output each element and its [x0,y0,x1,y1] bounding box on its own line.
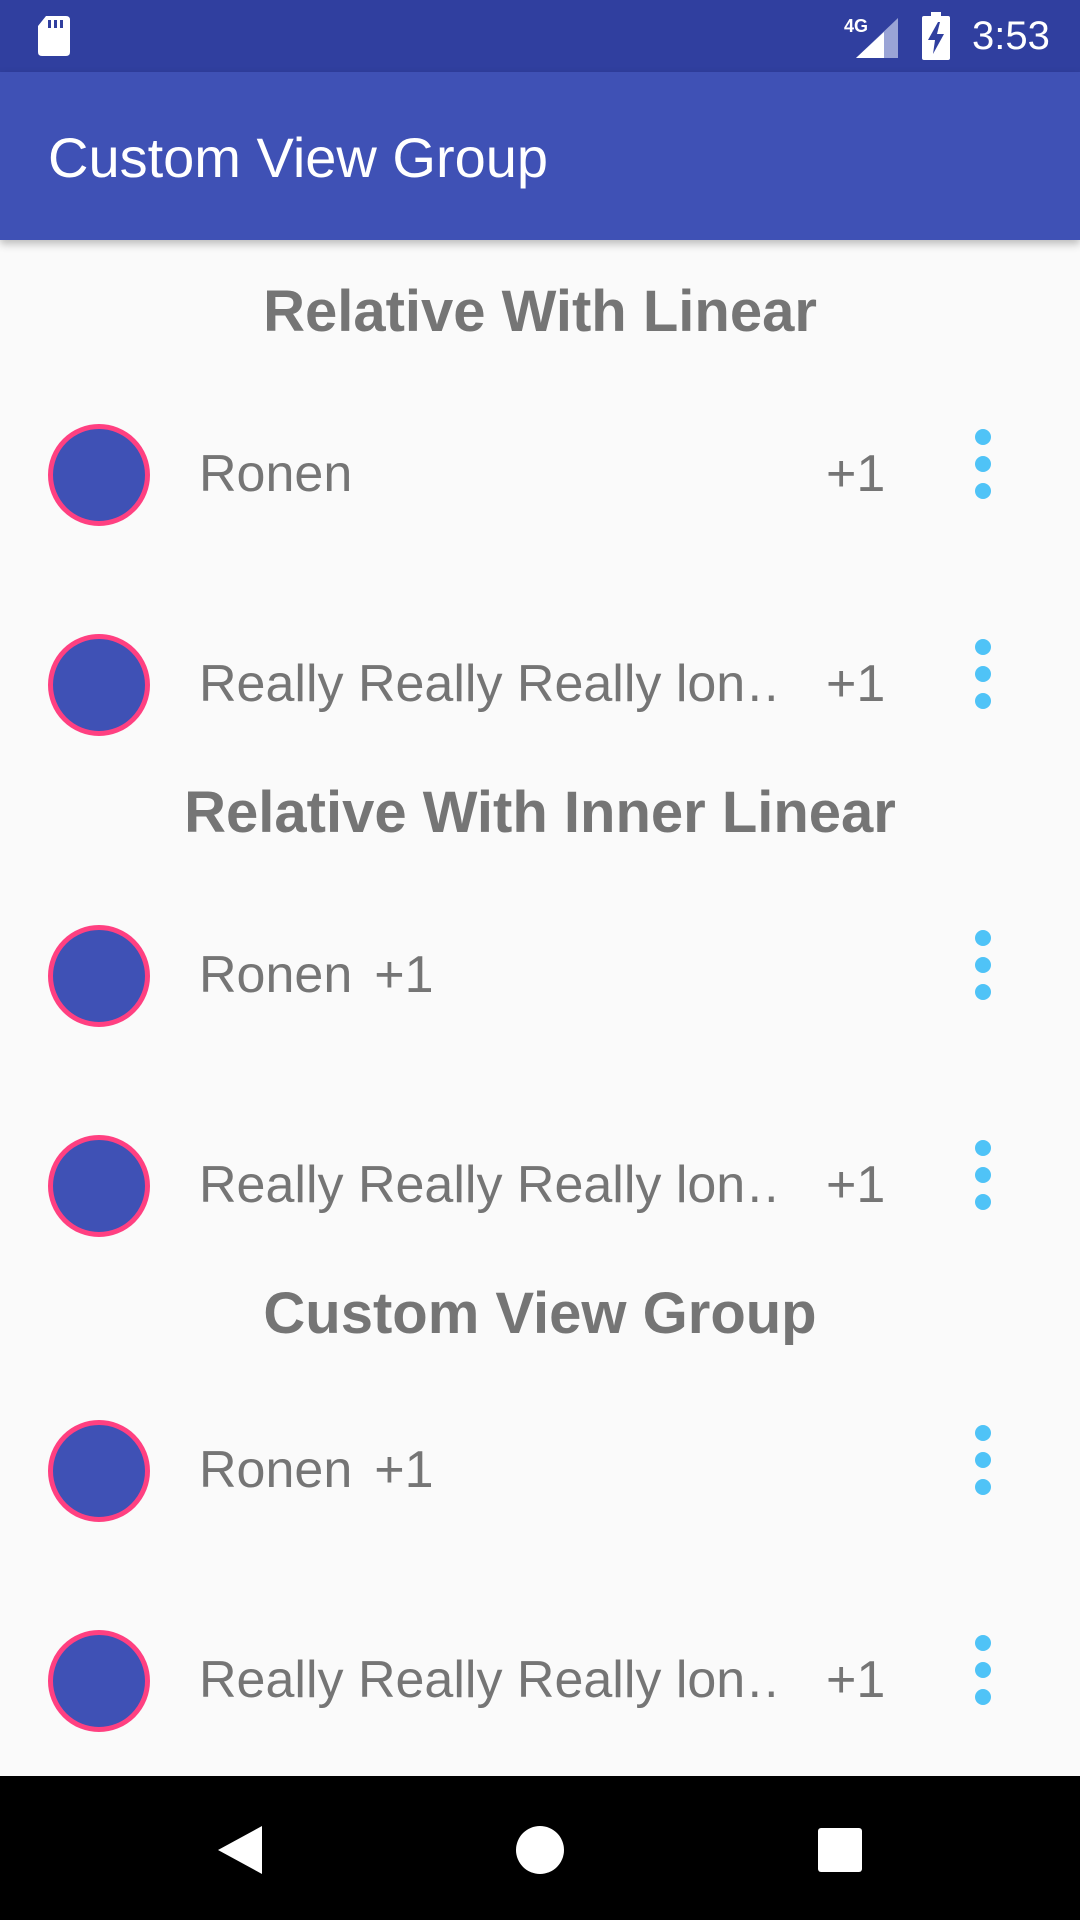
avatar [48,1630,150,1732]
content-list: Relative With Linear Ronen +1 Really Rea… [0,240,1080,1776]
item-count: +1 [826,1156,886,1214]
home-icon[interactable] [508,1818,572,1882]
app-bar: Custom View Group [0,72,1080,240]
network-label: 4G [844,16,868,36]
avatar [48,1135,150,1237]
section-header: Relative With Linear [263,279,817,344]
item-name-group: Ronen +1 [199,1430,434,1510]
item-name: Ronen [199,445,353,503]
item-name: Really Really Really lon… [199,1156,785,1214]
list-item[interactable]: Ronen +1 [0,404,1080,544]
signal-icon: 4G [844,16,898,58]
battery-charging-icon [922,12,950,60]
list-item[interactable]: Really Really Really lon… +1 [0,1610,1080,1750]
list-item[interactable]: Really Really Really lon… +1 [0,1115,1080,1255]
status-bar: 4G 3:53 [0,0,1080,72]
item-name: Really Really Really lon… [199,1651,785,1709]
status-clock: 3:53 [972,14,1050,58]
avatar [48,925,150,1027]
item-count: +1 [374,1441,434,1499]
item-name: Really Really Really lon… [199,655,785,713]
item-count: +1 [826,1651,886,1709]
more-vert-icon[interactable] [968,424,998,504]
item-name: Ronen [199,1441,353,1499]
more-vert-icon[interactable] [968,1630,998,1710]
more-vert-icon[interactable] [968,1420,998,1500]
item-count: +1 [374,946,434,1004]
item-count: +1 [826,445,886,503]
item-name-group: Ronen +1 [199,935,434,1015]
avatar [48,1420,150,1522]
app-title: Custom View Group [48,126,549,189]
section-header: Custom View Group [263,1281,817,1346]
navigation-bar [0,1776,1080,1920]
section-header: Relative With Inner Linear [184,780,896,845]
item-name: Ronen [199,946,353,1004]
recents-icon[interactable] [808,1818,872,1882]
more-vert-icon[interactable] [968,1135,998,1215]
back-icon[interactable] [208,1818,272,1882]
list-item[interactable]: Really Really Really lon… +1 [0,614,1080,754]
avatar [48,424,150,526]
sd-card-icon [38,16,70,56]
list-item[interactable]: Ronen +1 [0,905,1080,1045]
item-count: +1 [826,655,886,713]
more-vert-icon[interactable] [968,634,998,714]
list-item[interactable]: Ronen +1 [0,1400,1080,1540]
more-vert-icon[interactable] [968,925,998,1005]
avatar [48,634,150,736]
